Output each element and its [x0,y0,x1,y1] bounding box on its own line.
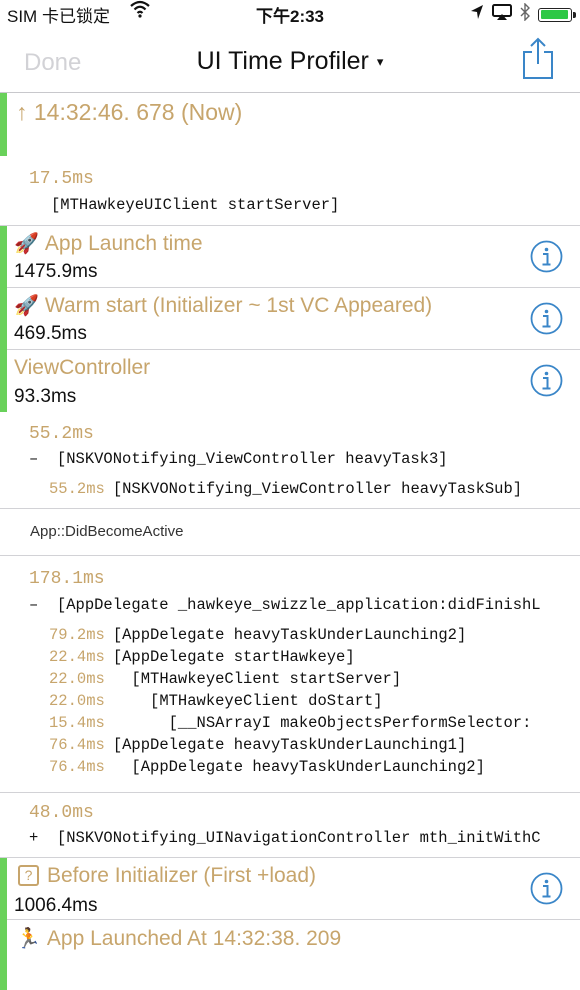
section-title: ViewController [14,356,151,379]
accent-bar [0,920,7,990]
accent-bar [0,93,7,156]
section-value: 1475.9ms [14,261,98,282]
trace-duration: 55.2ms [29,424,94,444]
trace-line: 76.4ms [AppDelegate heavyTaskUnderLaunchi… [49,736,467,754]
event-label: App::DidBecomeActive [30,523,184,540]
section-view-controller[interactable]: ViewController 93.3ms [0,350,580,412]
trace-duration: 178.1ms [29,569,105,589]
trace-line: – [NSKVONotifying_ViewController heavyTa… [29,450,448,468]
section-value: 469.5ms [14,323,87,344]
section-title: Before Initializer (First +load) [47,864,317,887]
status-bar: SIM 卡已锁定 下午2:33 [0,0,580,26]
trace-line: + [NSKVONotifying_UINavigationController… [29,829,541,847]
navigation-bar: Done UI Time Profiler ▾ [0,24,580,93]
accent-bar [0,226,7,288]
section-launched-at[interactable]: 🏃 App Launched At 14:32:38. 209 [0,920,580,990]
trace-line: 76.4ms [AppDelegate heavyTaskUnderLaunch… [49,758,485,776]
question-box-icon: ? [18,865,39,886]
info-icon[interactable] [530,240,563,273]
entry-duration: 17.5ms [29,169,94,189]
arrow-up-icon: ↑ [16,99,28,125]
trace-group[interactable]: 178.1ms – [AppDelegate _hawkeye_swizzle_… [0,556,580,793]
trace-group[interactable]: 48.0ms + [NSKVONotifying_UINavigationCon… [0,793,580,858]
rocket-icon: 🚀 [14,295,39,317]
info-icon[interactable] [530,872,563,905]
page-title: UI Time Profiler [196,47,369,75]
runner-icon: 🏃 [16,928,41,950]
accent-bar [0,350,7,412]
info-icon[interactable] [530,302,563,335]
trace-line: – [AppDelegate _hawkeye_swizzle_applicat… [29,596,541,614]
section-app-launch[interactable]: 🚀 App Launch time 1475.9ms [0,226,580,288]
record-header[interactable]: ↑ 14:32:46. 678 (Now) [0,93,580,156]
trace-line: 79.2ms [AppDelegate heavyTaskUnderLaunchi… [49,626,467,644]
battery-icon [538,7,576,22]
section-before-initializer[interactable]: ? Before Initializer (First +load) 1006.4… [0,858,580,920]
title-dropdown[interactable]: UI Time Profiler ▾ [0,47,580,76]
accent-bar [0,858,7,920]
list-item[interactable]: 17.5ms [MTHawkeyeUIClient startServer] [0,156,580,226]
trace-line: 22.0ms [MTHawkeyeClient doStart] [49,692,383,710]
section-warm-start[interactable]: 🚀 Warm start (Initializer ~ 1st VC Appear… [0,288,580,350]
trace-line: 22.4ms [AppDelegate startHawkeye] [49,648,355,666]
trace-line: 55.2ms [NSKVONotifying_ViewController hea… [49,480,523,498]
section-value: 93.3ms [14,386,77,407]
trace-line: 15.4ms [__NSArrayI makeObjectsPerformSel… [49,714,532,732]
bluetooth-icon [520,2,530,26]
info-icon[interactable] [530,364,563,397]
trace-duration: 48.0ms [29,803,94,823]
section-title: App Launched At 14:32:38. 209 [46,927,342,950]
rocket-icon: 🚀 [14,233,39,255]
chevron-down-icon: ▾ [376,54,384,70]
screen-mirror-icon [492,4,512,25]
list-item[interactable]: App::DidBecomeActive [0,509,580,556]
section-value: 1006.4ms [14,895,98,916]
section-title: App Launch time [44,232,203,255]
record-time: 14:32:46. 678 (Now) [33,99,243,125]
share-icon[interactable] [521,36,555,80]
accent-bar [0,288,7,350]
entry-method: [MTHawkeyeUIClient startServer] [51,196,340,214]
location-icon [470,4,484,25]
section-title: Warm start (Initializer ~ 1st VC Appeare… [44,294,433,317]
trace-group[interactable]: 55.2ms – [NSKVONotifying_ViewController … [0,412,580,509]
trace-line: 22.0ms [MTHawkeyeClient startServer] [49,670,402,688]
